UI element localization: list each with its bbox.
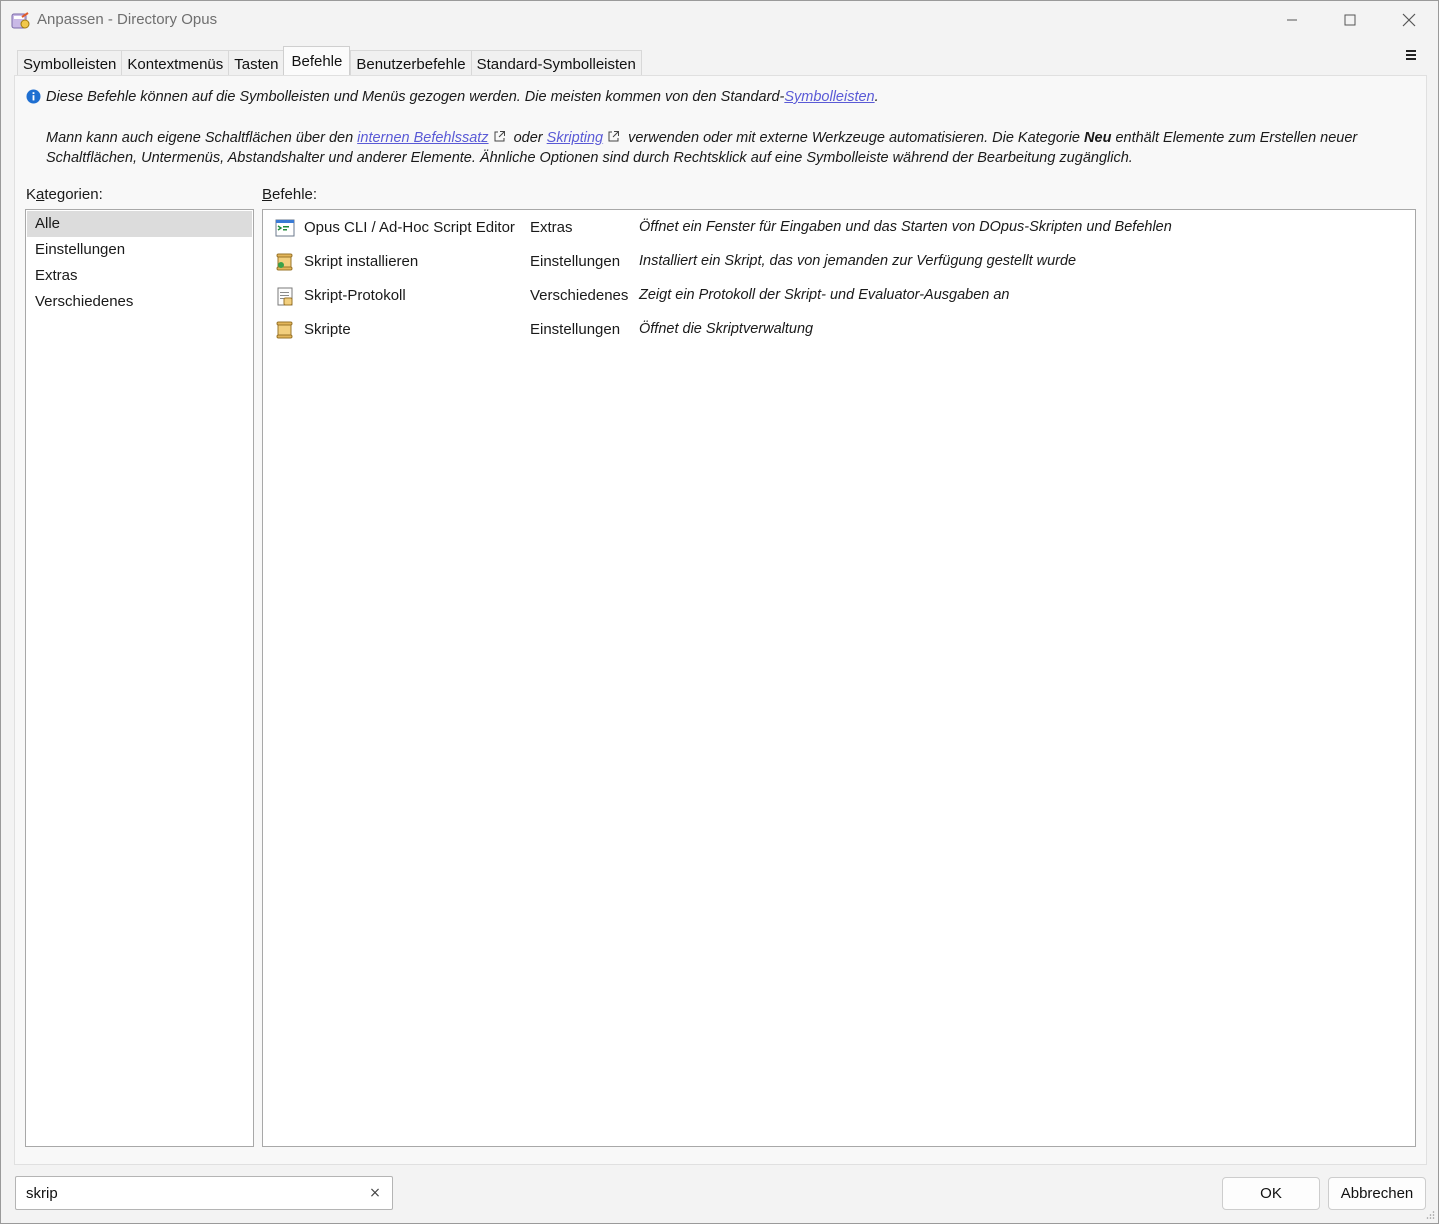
category-item-alle[interactable]: Alle [27, 211, 252, 237]
command-name: Opus CLI / Ad-Hoc Script Editor [304, 219, 515, 236]
clear-search-button[interactable]: × [368, 1185, 382, 1201]
window-title: Anpassen - Directory Opus [37, 11, 218, 28]
tab-benutzerbefehle[interactable]: Benutzerbefehle [350, 50, 471, 76]
hamburger-menu-icon[interactable] [1403, 48, 1419, 64]
info-para-part1: Mann kann auch eigene Schaltflächen über… [46, 130, 358, 146]
search-input[interactable] [24, 1177, 354, 1209]
command-category: Verschiedenes [530, 287, 629, 304]
scripting-link[interactable]: Skripting [547, 130, 603, 146]
tab-kontextmenues[interactable]: Kontextmenüs [121, 50, 229, 76]
info-line-text: Diese Befehle können auf die Symbolleist… [46, 89, 785, 105]
command-category: Einstellungen [530, 321, 621, 338]
tab-bar: Symbolleisten Kontextmenüs Tasten Befehl… [17, 46, 642, 76]
customize-dialog: Anpassen - Directory Opus Symbolleisten … [0, 0, 1439, 1224]
command-category: Einstellungen [530, 253, 621, 270]
command-name: Skript installieren [304, 253, 419, 270]
resize-grip-icon[interactable] [1425, 1210, 1435, 1220]
categories-list[interactable]: Alle Einstellungen Extras Verschiedenes [25, 209, 254, 1147]
script-log-icon [277, 287, 293, 306]
commands-panel: Diese Befehle können auf die Symbolleist… [14, 75, 1427, 1165]
command-row[interactable]: Skript installieren Einstellungen Instal… [263, 245, 1415, 279]
cancel-button[interactable]: Abbrechen [1328, 1177, 1426, 1210]
category-item-einstellungen[interactable]: Einstellungen [27, 237, 252, 263]
minimize-icon [1287, 19, 1297, 21]
command-name: Skripte [304, 321, 351, 338]
info-paragraph: Mann kann auch eigene Schaltflächen über… [46, 128, 1421, 168]
categories-label-prefix: K [26, 186, 37, 203]
tab-tasten[interactable]: Tasten [228, 50, 284, 76]
directory-opus-icon [11, 12, 30, 29]
symbolleisten-link[interactable]: Symbolleisten [784, 89, 874, 105]
tab-befehle[interactable]: Befehle [283, 46, 351, 75]
commands-label-rest: efehle: [272, 186, 318, 203]
search-box: × [15, 1176, 393, 1210]
close-icon [1402, 13, 1416, 27]
command-description: Installiert ein Skript, das von jemanden… [639, 253, 1077, 269]
ok-button[interactable]: OK [1222, 1177, 1320, 1210]
categories-label: Kategorien: [26, 186, 103, 203]
info-para-part2: oder [509, 130, 547, 146]
internal-commands-link[interactable]: internen Befehlssatz [357, 130, 488, 146]
info-text: Diese Befehle können auf die Symbolleist… [46, 89, 879, 105]
info-line-end: . [874, 89, 879, 105]
command-description: Öffnet die Skriptverwaltung [639, 321, 814, 337]
command-description: Zeigt ein Protokoll der Skript- und Eval… [639, 287, 1010, 303]
close-button[interactable] [1380, 1, 1438, 39]
command-description: Öffnet ein Fenster für Eingaben und das … [639, 219, 1172, 235]
script-scroll-icon [276, 321, 293, 339]
tab-symbolleisten[interactable]: Symbolleisten [17, 50, 122, 76]
external-link-icon [494, 131, 505, 142]
command-row[interactable]: Skripte Einstellungen Öffnet die Skriptv… [263, 313, 1415, 347]
maximize-icon [1344, 14, 1356, 26]
minimize-button[interactable] [1263, 1, 1321, 39]
script-install-icon [276, 253, 293, 271]
command-row[interactable]: Opus CLI / Ad-Hoc Script Editor Extras Ö… [263, 211, 1415, 245]
category-item-extras[interactable]: Extras [27, 263, 252, 289]
category-neu-label: Neu [1084, 130, 1112, 146]
command-name: Skript-Protokoll [304, 287, 406, 304]
tab-standard-symbolleisten[interactable]: Standard-Symbolleisten [470, 50, 642, 76]
commands-label: Befehle: [262, 186, 317, 203]
commands-label-access-key: B [262, 186, 273, 203]
commands-list[interactable]: Opus CLI / Ad-Hoc Script Editor Extras Ö… [262, 209, 1416, 1147]
external-link-icon [608, 131, 620, 142]
cli-window-icon [275, 219, 295, 237]
maximize-button[interactable] [1321, 1, 1379, 39]
title-bar: Anpassen - Directory Opus [1, 1, 1438, 39]
info-para-part3: verwenden oder mit externe Werkzeuge aut… [624, 130, 1085, 146]
category-item-verschiedenes[interactable]: Verschiedenes [27, 289, 252, 315]
categories-label-rest: tegorien: [44, 186, 103, 203]
command-row[interactable]: Skript-Protokoll Verschiedenes Zeigt ein… [263, 279, 1415, 313]
command-category: Extras [530, 219, 573, 236]
info-icon [26, 89, 41, 104]
